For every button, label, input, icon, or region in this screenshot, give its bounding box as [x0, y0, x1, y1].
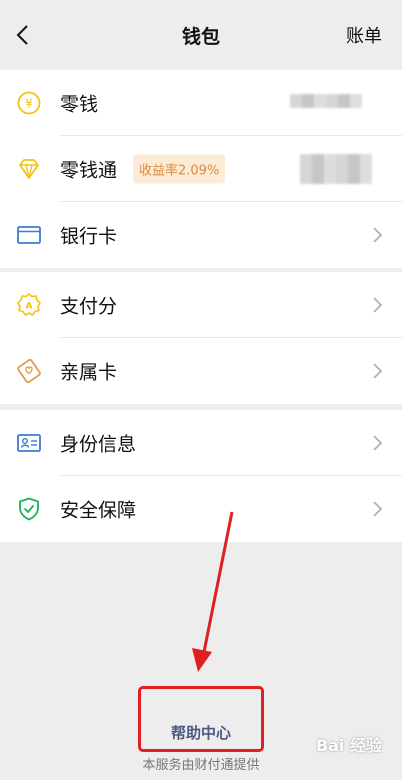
- chevron-right-icon: [373, 297, 383, 313]
- menu-item-identity[interactable]: 身份信息: [0, 410, 402, 476]
- chevron-right-icon: [373, 363, 383, 379]
- watermark: Bai 经验: [315, 736, 382, 755]
- wallet-group-services: A 支付分 亲属卡: [0, 272, 402, 404]
- svg-text:A: A: [26, 302, 33, 312]
- menu-item-bank-card[interactable]: 银行卡: [0, 202, 402, 268]
- redacted-amount: [300, 154, 372, 184]
- menu-item-family-card[interactable]: 亲属卡: [0, 338, 402, 404]
- menu-item-label: 支付分: [60, 295, 118, 318]
- chevron-right-icon: [373, 501, 383, 517]
- wallet-group-balance: ¥ 零钱 零钱通 收益率2.09% 银行卡: [0, 70, 402, 268]
- wallet-group-security: 身份信息 安全保障: [0, 410, 402, 542]
- chevron-right-icon: [373, 435, 383, 451]
- nav-bar: 钱包 账单: [0, 0, 402, 70]
- menu-item-change[interactable]: ¥ 零钱: [0, 70, 402, 136]
- provider-text: 本服务由财付通提供: [142, 758, 260, 773]
- menu-item-label: 安全保障: [60, 499, 137, 522]
- diamond-icon: [16, 156, 42, 182]
- menu-item-label: 零钱通: [60, 159, 118, 182]
- coin-icon: ¥: [16, 90, 42, 116]
- chevron-right-icon: [373, 227, 383, 243]
- menu-item-pay-score[interactable]: A 支付分: [0, 272, 402, 338]
- pay-score-icon: A: [16, 292, 42, 318]
- menu-item-label: 亲属卡: [60, 361, 118, 384]
- menu-item-label: 银行卡: [60, 225, 118, 248]
- redacted-balance: [290, 94, 362, 108]
- family-card-icon: [16, 358, 42, 384]
- id-card-icon: [16, 430, 42, 456]
- menu-item-lingqiantong[interactable]: 零钱通 收益率2.09%: [0, 136, 402, 202]
- menu-item-label: 零钱: [60, 93, 99, 116]
- bank-card-icon: [16, 222, 42, 248]
- page-title: 钱包: [181, 26, 220, 48]
- svg-text:¥: ¥: [25, 97, 33, 111]
- menu-item-security[interactable]: 安全保障: [0, 476, 402, 542]
- yield-badge: 收益率2.09%: [133, 154, 226, 184]
- bill-button[interactable]: 账单: [346, 22, 382, 48]
- shield-icon: [16, 496, 42, 522]
- menu-item-label: 身份信息: [60, 433, 137, 456]
